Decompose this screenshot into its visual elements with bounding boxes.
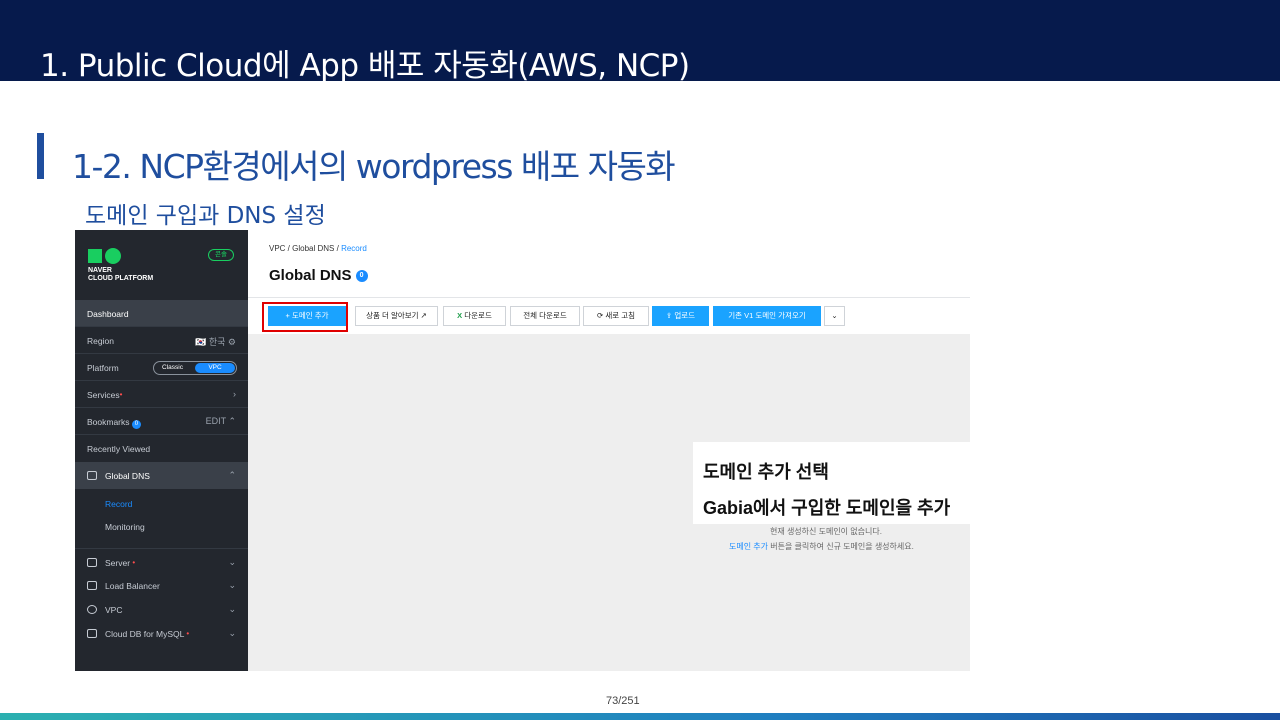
download-label: 다운로드	[464, 311, 492, 320]
sidebar-item-dashboard[interactable]: Dashboard	[75, 300, 248, 327]
sidebar-item-label-wrap: Server •	[105, 558, 135, 568]
chevron-up-icon: ⌃	[228, 470, 236, 480]
chevron-right-icon: ›	[233, 389, 236, 399]
sidebar-item-label: Global DNS	[105, 471, 150, 481]
chevron-down-icon: ⌄	[228, 580, 236, 590]
annotation-callout: 도메인 추가 선택 Gabia에서 구입한 도메인을 추가	[693, 442, 970, 524]
sidebar-item-bookmarks[interactable]: Bookmarks 0 EDIT ⌃	[75, 408, 248, 435]
upload-button[interactable]: ⇪ 업로드	[652, 306, 709, 326]
server-icon	[87, 558, 97, 567]
refresh-button[interactable]: ⟳ 새로 고침	[583, 306, 649, 326]
breadcrumb-record: Record	[341, 244, 367, 253]
excel-icon: X	[457, 311, 463, 320]
page-title: Global DNS	[269, 267, 352, 284]
load-balancer-icon	[87, 581, 97, 590]
sidebar-item-vpc[interactable]: VPC ⌄	[75, 596, 248, 623]
logo-line-1: NAVER	[88, 267, 112, 274]
platform-toggle[interactable]: Classic VPC	[153, 361, 237, 375]
sidebar-item-label-wrap: Cloud DB for MySQL •	[105, 629, 189, 639]
download-button[interactable]: X 다운로드	[443, 306, 506, 326]
sidebar-item-label: Cloud DB for MySQL	[105, 629, 185, 639]
sidebar-item-label: VPC	[105, 605, 123, 615]
sidebar-item-server[interactable]: Server • ⌄	[75, 548, 248, 575]
download-all-button[interactable]: 전체 다운로드	[510, 306, 580, 326]
sidebar-item-platform: Platform Classic VPC	[75, 354, 248, 381]
page-title-wrap: Global DNS 0	[269, 267, 368, 284]
bookmarks-edit-wrap: EDIT ⌃	[206, 416, 236, 427]
footer-bar	[0, 713, 1280, 720]
sidebar-sub-record[interactable]: Record	[105, 499, 132, 509]
vpc-cloud-icon	[87, 605, 97, 614]
platform-vpc[interactable]: VPC	[195, 363, 235, 373]
new-dot-icon: •	[119, 390, 123, 399]
sidebar: NAVER CLOUD PLATFORM 콘솔 Dashboard Region…	[75, 230, 248, 671]
sub-title: 도메인 구입과 DNS 설정	[85, 203, 326, 229]
sidebar-recently-viewed: Recently Viewed	[75, 435, 248, 462]
sidebar-item-label: Server	[105, 558, 131, 568]
section-title: 1-2. NCP환경에서의 wordpress 배포 자동화	[72, 147, 676, 186]
sidebar-item-label: Bookmarks	[87, 417, 130, 427]
learn-more-button[interactable]: 상품 더 알아보기 ↗	[355, 306, 438, 326]
section-marker	[37, 133, 44, 179]
highlight-box	[262, 302, 348, 332]
region-value[interactable]: 🇰🇷 한국 ⚙	[195, 335, 236, 348]
sidebar-item-label: Region	[87, 336, 114, 346]
console-badge[interactable]: 콘솔	[208, 249, 234, 261]
sidebar-item-label-wrap: Services•	[87, 390, 122, 400]
import-v1-domain-button[interactable]: 기존 V1 도메인 가져오기	[713, 306, 821, 326]
database-icon	[87, 629, 97, 638]
annotation-line-1: 도메인 추가 선택	[703, 462, 829, 482]
more-dropdown-button[interactable]: ⌄	[824, 306, 845, 326]
empty-message: 현재 생성하신 도메인이 없습니다.	[770, 527, 882, 536]
sidebar-item-label: Platform	[87, 363, 119, 373]
breadcrumb-global-dns[interactable]: Global DNS /	[292, 244, 339, 253]
sidebar-item-label: Dashboard	[87, 309, 129, 319]
new-dot-icon: •	[186, 629, 190, 638]
empty-hint: 도메인 추가 버튼을 클릭하여 신규 도메인을 생성하세요.	[729, 541, 914, 552]
sidebar-section-label: Recently Viewed	[87, 444, 151, 454]
slide-title: 1. Public Cloud에 App 배포 자동화(AWS, NCP)	[40, 48, 690, 84]
chevron-down-icon: ⌄	[228, 604, 236, 614]
record-count-badge: 0	[355, 270, 368, 283]
sidebar-item-label: Load Balancer	[105, 581, 160, 591]
breadcrumb: VPC / Global DNS / Record	[269, 244, 367, 253]
new-dot-icon: •	[132, 558, 136, 567]
sidebar-item-services[interactable]: Services• ›	[75, 381, 248, 408]
ncp-logo-circle-icon	[105, 248, 121, 264]
bookmarks-count-badge: 0	[131, 420, 141, 429]
sidebar-item-load-balancer[interactable]: Load Balancer ⌄	[75, 572, 248, 599]
logo-line-2: CLOUD PLATFORM	[88, 275, 154, 282]
platform-classic[interactable]: Classic	[162, 364, 183, 371]
chevron-down-icon: ⌄	[228, 628, 236, 638]
chevron-up-icon[interactable]: ⌃	[228, 416, 236, 426]
add-domain-link[interactable]: 도메인 추가	[729, 542, 768, 551]
sidebar-item-label-wrap: Bookmarks 0	[87, 417, 141, 429]
sidebar-sub-monitoring[interactable]: Monitoring	[105, 522, 145, 532]
ncp-logo-text: NAVER CLOUD PLATFORM	[88, 267, 188, 283]
breadcrumb-vpc[interactable]: VPC /	[269, 244, 290, 253]
dns-icon	[87, 471, 97, 480]
edit-link[interactable]: EDIT	[206, 416, 226, 426]
chevron-down-icon: ⌄	[228, 557, 236, 567]
ncp-logo-square-icon	[88, 249, 102, 263]
divider	[248, 297, 970, 298]
empty-hint-text: 버튼을 클릭하여 신규 도메인을 생성하세요.	[768, 542, 914, 551]
annotation-line-2: Gabia에서 구입한 도메인을 추가	[703, 498, 951, 518]
page-number: 73/251	[606, 695, 640, 707]
sidebar-item-label: Services	[87, 390, 120, 400]
sidebar-item-region[interactable]: Region 🇰🇷 한국 ⚙	[75, 327, 248, 354]
sidebar-item-global-dns[interactable]: Global DNS ⌃	[75, 462, 248, 489]
sidebar-item-cloud-db[interactable]: Cloud DB for MySQL • ⌄	[75, 620, 248, 647]
